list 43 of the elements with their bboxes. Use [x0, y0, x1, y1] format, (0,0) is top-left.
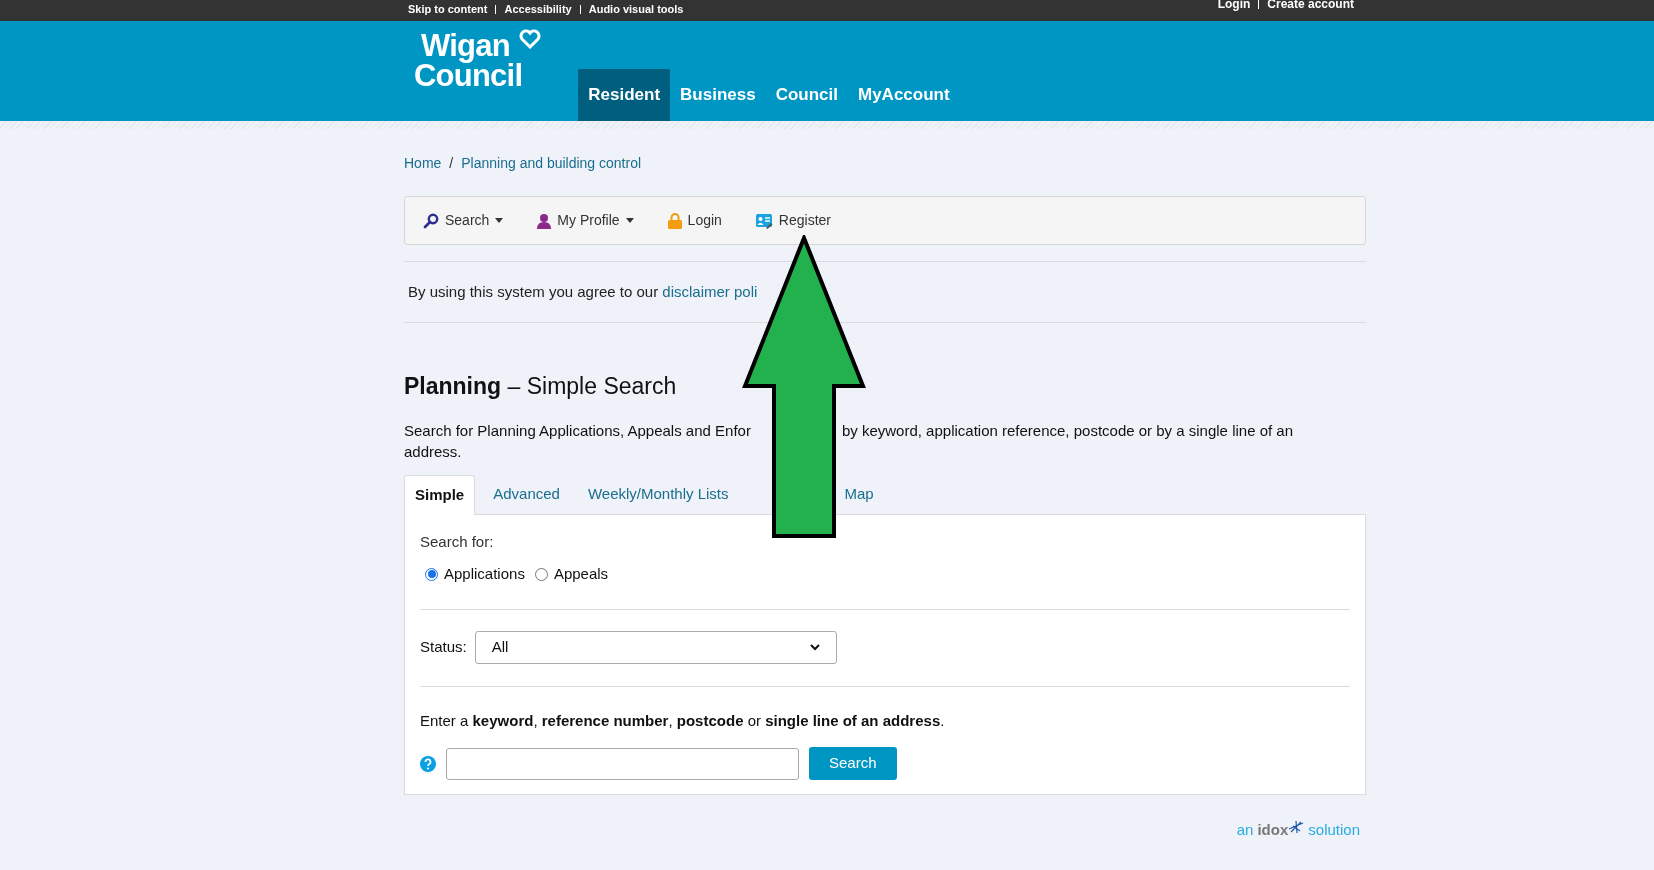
radio-button[interactable] [534, 567, 548, 581]
help-icon[interactable] [420, 755, 436, 772]
disclaimer-link[interactable]: disclaimer poli [662, 280, 758, 304]
toolbar-item[interactable]: Register [755, 210, 831, 231]
star-burst-icon [1288, 819, 1305, 834]
toolbar-item[interactable]: My Profile [537, 210, 634, 231]
field-label: Status: [420, 636, 467, 657]
toolbar-item[interactable]: Search [423, 210, 504, 231]
top-link[interactable]: Audio visual tools [588, 1, 684, 18]
search-icon [423, 212, 439, 229]
description-text: Search for Planning Applications, Appeals and Enfor [404, 420, 751, 441]
id-card-icon [755, 212, 773, 229]
breadcrumb-link[interactable]: Home [404, 153, 442, 174]
account-link[interactable]: Login [1217, 0, 1251, 13]
chevron-icon [809, 643, 820, 651]
search-tab[interactable]: Weekly/Monthly Lists [577, 474, 739, 515]
search-tab[interactable]: Map [834, 474, 884, 515]
disclaimer-notice: By using this system you agree to our disclaimer poli [404, 262, 1366, 322]
field-label: Search for: [420, 531, 494, 552]
breadcrumb-link[interactable]: Planning and building control [461, 153, 642, 174]
page-heading: Planning – Simple Search [404, 372, 678, 401]
keyword-input[interactable] [446, 747, 799, 780]
status-select[interactable]: All [474, 630, 837, 664]
footer-text: an [1236, 820, 1254, 840]
top-link[interactable]: Accessibility [504, 1, 572, 18]
radio-button[interactable] [425, 567, 438, 581]
person-icon [537, 212, 552, 229]
footer-text: solution [1308, 820, 1360, 840]
account-link[interactable]: Create account [1267, 0, 1354, 13]
search-tab[interactable]: Advanced [483, 474, 570, 515]
search-instructions: Enter a keyword, reference number, postcode or single line of an address. [420, 710, 946, 731]
footer-brand: idox [1257, 820, 1289, 840]
description-text: address. [404, 442, 462, 460]
breadcrumb-separator: / [449, 154, 454, 173]
search-tab[interactable]: Simple [404, 474, 476, 515]
description-text: by keyword, application reference, postcode or by a single line of an [841, 420, 1293, 441]
padlock-icon [667, 212, 682, 229]
top-link[interactable]: Skip to content [408, 1, 488, 18]
nav-tab[interactable]: Resident [578, 69, 671, 121]
radio-label: Applications [444, 564, 525, 584]
heart-icon [519, 29, 541, 49]
toolbar-item[interactable]: Login [667, 210, 722, 231]
radio-label: Appeals [553, 564, 609, 584]
